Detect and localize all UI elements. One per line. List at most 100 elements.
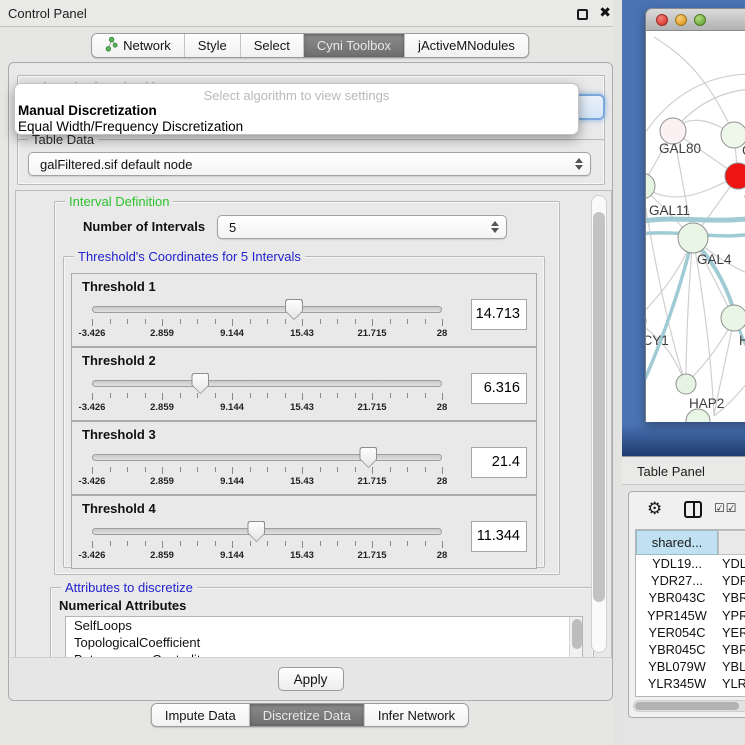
threshold-value-field[interactable]: 6.316 xyxy=(471,373,527,404)
float-window-icon[interactable] xyxy=(577,9,588,20)
attributes-list-scrollbar[interactable] xyxy=(569,617,582,658)
table-row[interactable]: YBR045CYBR0 xyxy=(636,641,745,658)
tick-label: 2.859 xyxy=(136,328,188,339)
tab-impute-data[interactable]: Impute Data xyxy=(152,704,250,726)
slider-track[interactable] xyxy=(92,528,442,535)
slider-tick xyxy=(425,319,426,324)
gear-icon[interactable]: ⚙ xyxy=(647,499,662,519)
threshold-slider[interactable]: -3.4262.8599.14415.4321.71528 xyxy=(92,446,444,492)
threshold-value-field[interactable]: 21.4 xyxy=(471,447,527,478)
table-row[interactable]: YLR345WYLR3 xyxy=(636,675,745,692)
table-row[interactable]: YER054CYER0 xyxy=(636,624,745,641)
panel-split-divider[interactable] xyxy=(613,0,622,745)
cell-shared-name: YBR043C xyxy=(636,589,718,606)
table-data-select[interactable]: galFiltered.sif default node xyxy=(28,152,591,176)
tab-style[interactable]: Style xyxy=(185,34,241,57)
slider-tick xyxy=(110,393,111,398)
slider-tick xyxy=(302,319,303,326)
attribute-list-item[interactable]: TopologicalCoefficient xyxy=(66,634,582,651)
tick-label: 28 xyxy=(416,402,468,413)
threshold-slider[interactable]: -3.4262.8599.14415.4321.71528 xyxy=(92,298,444,344)
minimize-traffic-icon[interactable] xyxy=(675,14,687,26)
slider-handle[interactable] xyxy=(285,299,303,320)
scrollbar-thumb[interactable] xyxy=(593,212,605,602)
settings-scrollbar[interactable] xyxy=(591,195,607,653)
table-row[interactable]: YIL052CYIL0 xyxy=(636,693,745,698)
network-canvas[interactable]: GAL80GACGAL11GAL4GCY1HHAP2 xyxy=(646,31,745,422)
table-row[interactable]: YDL19...YDL1 xyxy=(636,555,745,572)
slider-tick xyxy=(162,541,163,548)
threshold-value-field[interactable]: 14.713 xyxy=(471,299,527,330)
tab-jactivemnodules[interactable]: jActiveMNodules xyxy=(405,34,528,57)
slider-tick xyxy=(197,393,198,398)
threshold-slider[interactable]: -3.4262.8599.14415.4321.71528 xyxy=(92,520,444,566)
slider-tick xyxy=(215,541,216,546)
close-icon[interactable]: ✖ xyxy=(599,4,611,21)
table-row[interactable]: YBL079WYBL0 xyxy=(636,658,745,675)
threshold-box-3: Threshold 3-3.4262.8599.14415.4321.71528… xyxy=(71,421,537,495)
table-horizontal-scrollbar[interactable] xyxy=(633,700,745,712)
slider-tick xyxy=(162,467,163,474)
slider-tick xyxy=(127,467,128,472)
network-node[interactable] xyxy=(646,173,655,199)
checkbox-icons[interactable]: ☑☑ xyxy=(714,501,738,515)
number-of-intervals-label: Number of Intervals xyxy=(83,219,205,234)
close-traffic-icon[interactable] xyxy=(656,14,668,26)
threshold-value-field[interactable]: 11.344 xyxy=(471,521,527,552)
network-node[interactable] xyxy=(676,374,696,394)
table-row[interactable]: YBR043CYBR0 xyxy=(636,589,745,606)
tab-select[interactable]: Select xyxy=(241,34,304,57)
numerical-attributes-list[interactable]: SelfLoopsTopologicalCoefficientBetweenne… xyxy=(65,616,583,658)
slider-handle[interactable] xyxy=(359,447,377,468)
threshold-slider[interactable]: -3.4262.8599.14415.4321.71528 xyxy=(92,372,444,418)
column-header-name[interactable]: n xyxy=(718,530,745,555)
attribute-list-item[interactable]: SelfLoops xyxy=(66,617,582,634)
network-node[interactable] xyxy=(721,305,745,331)
network-node[interactable] xyxy=(678,223,708,253)
slider-track[interactable] xyxy=(92,306,442,313)
slider-handle-face xyxy=(248,522,264,541)
algorithm-prompt-item[interactable]: Select algorithm to view settings xyxy=(15,88,578,103)
panel-title: Control Panel xyxy=(8,6,87,21)
slider-tick xyxy=(372,541,373,548)
apply-button[interactable]: Apply xyxy=(278,667,344,691)
tab-discretize-data[interactable]: Discretize Data xyxy=(250,704,365,726)
table-row[interactable]: YPR145WYPR1 xyxy=(636,607,745,624)
slider-tick xyxy=(215,467,216,472)
tab-cyni-toolbox[interactable]: Cyni Toolbox xyxy=(304,34,405,57)
node-attribute-table[interactable]: shared...nYDL19...YDL1YDR27...YDR2YBR043… xyxy=(635,529,745,697)
slider-handle-face xyxy=(286,300,302,319)
algorithm-option-manual[interactable]: Manual Discretization xyxy=(18,103,157,118)
cell-shared-name: YBR045C xyxy=(636,641,718,658)
network-node-label: GAL80 xyxy=(659,141,701,156)
column-header-shared-name[interactable]: shared... xyxy=(636,530,718,555)
cell-name: YBR0 xyxy=(718,589,745,606)
tab-network[interactable]: Network xyxy=(92,34,185,57)
scrollbar-thumb[interactable] xyxy=(572,619,582,649)
scrollbar-thumb[interactable] xyxy=(635,702,739,710)
slider-handle-face xyxy=(360,448,376,467)
slider-tick xyxy=(145,393,146,398)
slider-handle[interactable] xyxy=(247,521,265,542)
network-edge[interactable] xyxy=(646,176,738,197)
slider-track[interactable] xyxy=(92,454,442,461)
table-row[interactable]: YDR27...YDR2 xyxy=(636,572,745,589)
algorithm-combobox-button[interactable] xyxy=(575,94,605,120)
slider-tick xyxy=(442,541,443,548)
number-of-intervals-select[interactable]: 5 xyxy=(217,215,507,239)
slider-handle[interactable] xyxy=(191,373,209,394)
network-node[interactable] xyxy=(725,163,745,189)
slider-tick xyxy=(250,541,251,546)
columns-icon[interactable] xyxy=(684,501,702,518)
tick-label: -3.426 xyxy=(66,476,118,487)
algorithm-option-equal-width[interactable]: Equal Width/Frequency Discretization xyxy=(18,119,243,134)
zoom-traffic-icon[interactable] xyxy=(694,14,706,26)
slider-tick xyxy=(320,467,321,472)
network-graph[interactable]: GAL80GACGAL11GAL4GCY1HHAP2 xyxy=(646,31,745,422)
slider-track[interactable] xyxy=(92,380,442,387)
slider-tick xyxy=(92,467,93,474)
tab-infer-network[interactable]: Infer Network xyxy=(365,704,468,726)
slider-tick xyxy=(92,319,93,326)
network-window-titlebar[interactable] xyxy=(646,9,745,31)
network-node-label: GCY1 xyxy=(646,333,669,348)
